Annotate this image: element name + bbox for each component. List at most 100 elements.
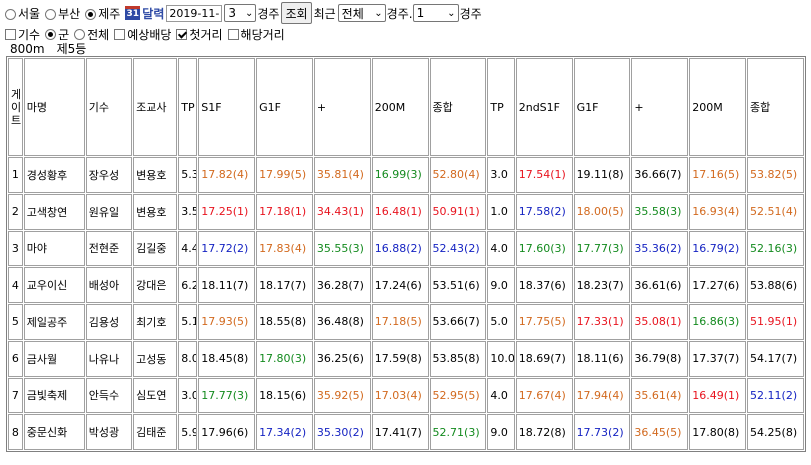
table-cell: 50.91(1) <box>429 193 487 230</box>
all-radio[interactable] <box>74 28 86 40</box>
table-cell: 36.79(8) <box>631 340 689 377</box>
radio-jeju[interactable] <box>85 8 97 20</box>
table-cell: 35.81(4) <box>313 157 371 193</box>
radio-seoul[interactable] <box>5 8 16 20</box>
table-cell: 36.28(7) <box>313 267 371 303</box>
radio-busan[interactable] <box>45 8 57 20</box>
table-cell: 심도연 <box>133 377 178 414</box>
table-cell: 17.80(3) <box>256 340 313 377</box>
table-header-row: 게 이 트 마명 기수 조교사 TP S1F G1F +200M 종합 TP 2ndS1F G1F +200… <box>8 58 804 156</box>
column-header: G1F <box>573 58 631 156</box>
table-cell: 17.16(5) <box>689 157 747 193</box>
table-cell: 5.3 <box>178 157 198 193</box>
expected-odds-checkbox[interactable] <box>114 28 126 40</box>
table-cell: 52.71(3) <box>429 414 487 450</box>
table-cell: 고색창연 <box>23 193 85 230</box>
race-record-table: 게 이 트 마명 기수 조교사 TP S1F G1F +200M 종합 TP 2ndS1F G1F +200… <box>6 56 806 452</box>
race-distance: 800m <box>10 42 45 56</box>
column-header: S1F <box>198 58 256 156</box>
table-cell: 박성광 <box>85 414 133 450</box>
table-cell: 17.67(4) <box>515 377 573 414</box>
table-row: 7 금빛축제 안득수 심도연 3.0 17.77(3) 18.15(6) 35.92(5) 17… <box>8 377 804 414</box>
table-cell: 5.0 <box>487 304 515 340</box>
table-cell: 나유나 <box>85 340 133 377</box>
region-radio-seoul[interactable]: 서울 <box>2 5 42 22</box>
table-cell: 51.95(1) <box>747 304 804 340</box>
table-cell: 52.51(4) <box>747 193 804 230</box>
table-cell: 교우이신 <box>23 267 85 303</box>
jockey-checkbox[interactable] <box>5 28 16 40</box>
region-radio-busan[interactable]: 부산 <box>42 5 82 22</box>
same-distance-checkbox[interactable] <box>227 28 239 40</box>
first-distance-label: 첫거리 <box>189 27 223 42</box>
table-cell: 36.25(6) <box>313 340 371 377</box>
chevron-down-icon: ⌄ <box>447 7 456 19</box>
table-cell: 54.25(8) <box>747 414 804 450</box>
race-count-label: 경주. <box>386 6 413 21</box>
race-number-select[interactable]: 3 ⌄ <box>224 4 257 22</box>
chevron-down-icon: ⌄ <box>244 7 254 19</box>
table-cell: 53.88(6) <box>747 267 804 303</box>
expected-odds-label: 예상배당 <box>127 27 172 42</box>
table-cell: 김길중 <box>133 230 178 267</box>
table-cell: 5.9 <box>178 414 198 450</box>
race-number-value: 3 <box>228 6 237 20</box>
table-cell: 6 <box>8 340 23 377</box>
table-cell: 4 <box>8 267 23 303</box>
table-cell: 변용호 <box>133 193 178 230</box>
search-button[interactable]: 조회 <box>281 2 312 24</box>
table-cell: 53.85(8) <box>429 340 487 377</box>
table-cell: 36.61(6) <box>631 267 689 303</box>
calendar-icon[interactable]: 31 <box>125 6 141 20</box>
calendar-link[interactable]: 달력 <box>142 5 164 22</box>
table-cell: 17.54(1) <box>515 157 573 193</box>
column-header: + <box>631 58 689 156</box>
recent-select[interactable]: 전체 ⌄ <box>337 4 386 22</box>
table-cell: 34.43(1) <box>313 193 371 230</box>
table-cell: 4.0 <box>487 377 515 414</box>
table-cell: 17.77(3) <box>573 230 631 267</box>
table-cell: 36.45(5) <box>631 414 689 450</box>
radio-label-jeju: 제주 <box>98 6 121 21</box>
table-cell: 18.72(8) <box>515 414 573 450</box>
table-row: 4 교우이신 배성아 강대은 6.2 18.11(7) 18.17(7) 36.28(7) 17… <box>8 267 804 303</box>
table-cell: 3.5 <box>178 193 198 230</box>
table-cell: 17.72(2) <box>198 230 256 267</box>
date-input[interactable] <box>166 4 223 22</box>
table-cell: 금사월 <box>23 340 85 377</box>
table-cell: 18.11(6) <box>573 340 631 377</box>
table-row: 2 고색창연 원유일 변용호 3.5 17.25(1) 17.18(1) 34.43(1) 16… <box>8 193 804 230</box>
table-cell: 16.49(1) <box>689 377 747 414</box>
group-radio[interactable] <box>45 28 57 40</box>
table-row: 8 중문신화 박성광 김태준 5.9 17.96(6) 17.34(2) 35.30(2) 17… <box>8 414 804 450</box>
table-cell: 4.0 <box>487 230 515 267</box>
table-cell: 김태준 <box>133 414 178 450</box>
table-cell: 9.0 <box>487 414 515 450</box>
table-cell: 중문신화 <box>23 414 85 450</box>
table-cell: 장우성 <box>85 157 133 193</box>
table-cell: 17.24(6) <box>371 267 429 303</box>
table-cell: 안득수 <box>85 377 133 414</box>
table-row: 1 경성황후 장우성 변용호 5.3 17.82(4) 17.99(5) 35.81(4) 16… <box>8 157 804 193</box>
table-body: 1 경성황후 장우성 변용호 5.3 17.82(4) 17.99(5) 35.81(4) 16… <box>8 157 804 450</box>
radio-label-seoul: 서울 <box>18 6 41 21</box>
table-cell: 18.69(7) <box>515 340 573 377</box>
region-radio-jeju[interactable]: 제주 <box>82 5 122 22</box>
table-cell: 36.48(8) <box>313 304 371 340</box>
table-cell: 35.30(2) <box>313 414 371 450</box>
table-cell: 8.0 <box>178 340 198 377</box>
table-cell: 18.45(8) <box>198 340 256 377</box>
column-header: 조교사 <box>133 58 178 156</box>
table-cell: 17.41(7) <box>371 414 429 450</box>
race-count-value: 1 <box>416 6 425 20</box>
table-cell: 17.37(7) <box>689 340 747 377</box>
table-row: 6 금사월 나유나 고성동 8.0 18.45(8) 17.80(3) 36.25(6) 17.… <box>8 340 804 377</box>
race-suffix-label: 경주 <box>257 6 280 21</box>
table-cell: 17.33(1) <box>573 304 631 340</box>
race-count-select[interactable]: 1 ⌄ <box>412 4 459 22</box>
table-cell: 18.15(6) <box>256 377 313 414</box>
table-cell: 6.2 <box>178 267 198 303</box>
first-distance-checkbox[interactable] <box>176 28 188 40</box>
column-header: TP <box>178 58 198 156</box>
table-cell: 5.1 <box>178 304 198 340</box>
